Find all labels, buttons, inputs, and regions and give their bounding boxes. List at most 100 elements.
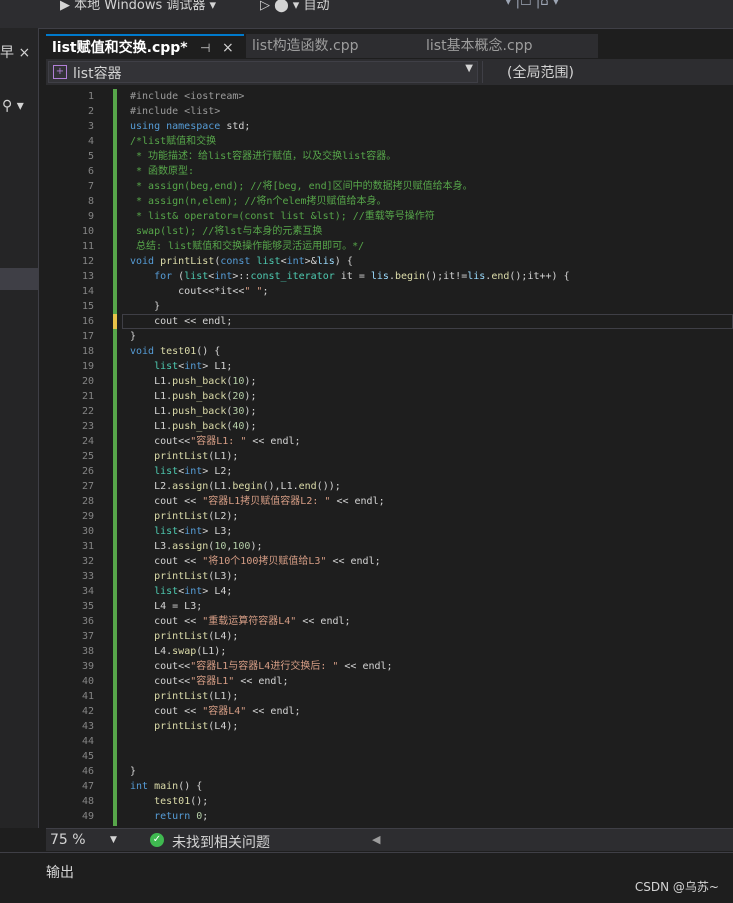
code-text: printList(L1);	[154, 451, 239, 462]
code-text: 总结: list赋值和交换操作能够灵活运用即可。*/	[130, 241, 365, 252]
code-line[interactable]: 44	[46, 734, 733, 749]
code-line[interactable]: 13 for (list<int>::const_iterator it = l…	[46, 269, 733, 284]
line-number: 48	[81, 796, 94, 807]
code-line[interactable]: 31 L3.assign(10,100);	[46, 539, 733, 554]
code-line[interactable]: 1 #include <iostream>	[46, 89, 733, 104]
code-line[interactable]: 27 L2.assign(L1.begin(),L1.end());	[46, 479, 733, 494]
code-text: cout<<"容器L1与容器L4进行交换后: " << endl;	[130, 661, 393, 672]
solution-config-dropdown[interactable]: ▷ ⬤ ▾ 自动	[260, 0, 329, 13]
code-line[interactable]: 4 /*list赋值和交换	[46, 134, 733, 149]
code-line[interactable]: 32 cout << "将10个100拷贝赋值给L3" << endl;	[46, 554, 733, 569]
change-indicator	[113, 644, 117, 659]
code-line[interactable]: 49 return 0;	[46, 809, 733, 824]
code-text: L1.push_back(30);	[130, 406, 257, 417]
change-indicator	[113, 389, 117, 404]
code-line[interactable]: 21 L1.push_back(20);	[46, 389, 733, 404]
code-line[interactable]: 19 list<int> L1;	[46, 359, 733, 374]
line-number: 17	[81, 331, 94, 342]
global-scope-dropdown[interactable]: (全局范围)	[482, 61, 731, 83]
code-line[interactable]: 45	[46, 749, 733, 764]
code-line[interactable]: 38 L4.swap(L1);	[46, 644, 733, 659]
code-line[interactable]: 10 swap(lst); //将lst与本身的元素互换	[46, 224, 733, 239]
code-line[interactable]: 48 test01();	[46, 794, 733, 809]
code-line[interactable]: 9 * list& operator=(const list &lst); //…	[46, 209, 733, 224]
code-text: * 函数原型:	[130, 166, 195, 177]
code-text: cout<<"容器L1: " << endl;	[130, 436, 301, 447]
code-line[interactable]: 5 * 功能描述：给list容器进行赋值，以及交换list容器。	[46, 149, 733, 164]
code-line[interactable]: 28 cout << "容器L1拷贝赋值容器L2: " << endl;	[46, 494, 733, 509]
output-panel-title[interactable]: 输出	[46, 862, 74, 882]
issues-status[interactable]: 未找到相关问题	[172, 832, 270, 852]
pin-icon[interactable]: ⊣	[200, 36, 210, 60]
code-line[interactable]: 8 * assign(n,elem); //将n个elem拷贝赋值给本身。	[46, 194, 733, 209]
code-line[interactable]: 3 using namespace std;	[46, 119, 733, 134]
code-line[interactable]: 34 list<int> L4;	[46, 584, 733, 599]
code-line[interactable]: 20 L1.push_back(10);	[46, 374, 733, 389]
toolbar-right-icons[interactable]: ▾ |☐ |⌂ ▾	[505, 0, 559, 9]
project-scope-dropdown[interactable]: + list容器 ▼	[48, 61, 478, 83]
code-line[interactable]: 36 cout << "重载运算符容器L4" << endl;	[46, 614, 733, 629]
code-line[interactable]: 15 }	[46, 299, 733, 314]
tab-list-basics[interactable]: list基本概念.cpp	[420, 34, 598, 58]
code-line[interactable]: 43 printList(L4);	[46, 719, 733, 734]
line-number: 38	[81, 646, 94, 657]
code-text: void test01() {	[130, 346, 221, 357]
check-circle-icon: ✓	[150, 833, 164, 847]
change-indicator	[113, 749, 117, 764]
code-line[interactable]: 33 printList(L3);	[46, 569, 733, 584]
code-editor[interactable]: 1 #include <iostream> 2 #include <list> 3 usi…	[46, 86, 733, 826]
code-text: swap(lst); //将lst与本身的元素互换	[130, 226, 323, 237]
code-line[interactable]: 17}	[46, 329, 733, 344]
code-line[interactable]: 23 L1.push_back(40);	[46, 419, 733, 434]
code-line[interactable]: 2 #include <list>	[46, 104, 733, 119]
code-line[interactable]: 22 L1.push_back(30);	[46, 404, 733, 419]
code-line[interactable]: 18 void test01() {	[46, 344, 733, 359]
code-line[interactable]: 12 void printList(const list<int>&lis) {	[46, 254, 733, 269]
line-number: 35	[81, 601, 94, 612]
code-line[interactable]: 41 printList(L1);	[46, 689, 733, 704]
code-line[interactable]: 35 L4 = L3;	[46, 599, 733, 614]
change-indicator	[113, 629, 117, 644]
code-line[interactable]: 39 cout<<"容器L1与容器L4进行交换后: " << endl;	[46, 659, 733, 674]
code-line[interactable]: 14 cout<<*it<<" ";	[46, 284, 733, 299]
code-line[interactable]: 11 总结: list赋值和交换操作能够灵活运用即可。*/	[46, 239, 733, 254]
line-number: 33	[81, 571, 94, 582]
code-line[interactable]: 7 * assign(beg,end); //将[beg, end]区间中的数据…	[46, 179, 733, 194]
code-line[interactable]: 42 cout << "容器L4" << endl;	[46, 704, 733, 719]
tab-label: list赋值和交换.cpp*	[52, 40, 188, 56]
code-line[interactable]: 24 cout<<"容器L1: " << endl;	[46, 434, 733, 449]
code-line[interactable]: 6 * 函数原型:	[46, 164, 733, 179]
tab-list-assign-swap[interactable]: list赋值和交换.cpp* ⊣ ×	[46, 34, 244, 58]
line-number: 8	[87, 196, 94, 207]
line-number: 30	[81, 526, 94, 537]
code-line[interactable]: 16 cout << endl;	[46, 314, 733, 329]
search-icon[interactable]: ⚲ ▾	[2, 98, 24, 114]
close-icon[interactable]: ×	[222, 36, 234, 60]
code-line[interactable]: 40 cout<<"容器L1" << endl;	[46, 674, 733, 689]
code-line[interactable]: 30 list<int> L3;	[46, 524, 733, 539]
code-text: for (list<int>::const_iterator it = lis.…	[154, 271, 570, 282]
code-line[interactable]: 46}	[46, 764, 733, 779]
code-line[interactable]: 29 printList(L2);	[46, 509, 733, 524]
change-indicator	[113, 794, 117, 809]
change-indicator	[113, 254, 117, 269]
panel-selected-row[interactable]	[0, 268, 38, 290]
zoom-level[interactable]: 75 %	[50, 832, 86, 848]
code-line[interactable]: 25 printList(L1);	[46, 449, 733, 464]
code-text: * assign(n,elem); //将n个elem拷贝赋值给本身。	[130, 196, 387, 207]
code-line[interactable]: 50}	[46, 824, 733, 826]
line-number: 22	[81, 406, 94, 417]
code-text: #include <list>	[130, 106, 221, 117]
code-line[interactable]: 47 int main() {	[46, 779, 733, 794]
code-text: list<int> L1;	[154, 361, 233, 372]
line-number: 3	[87, 121, 94, 132]
code-line[interactable]: 37 printList(L4);	[46, 629, 733, 644]
local-debugger-button[interactable]: ▶ 本地 Windows 调试器 ▾	[60, 0, 216, 13]
code-text: cout << "重载运算符容器L4" << endl;	[130, 616, 351, 627]
chevron-down-icon[interactable]: ▼	[110, 835, 117, 845]
scroll-left-icon[interactable]: ◀	[372, 833, 380, 846]
code-line[interactable]: 26 list<int> L2;	[46, 464, 733, 479]
code-text: * list& operator=(const list &lst); //重载…	[130, 211, 435, 222]
change-indicator	[113, 374, 117, 389]
line-number: 43	[81, 721, 94, 732]
